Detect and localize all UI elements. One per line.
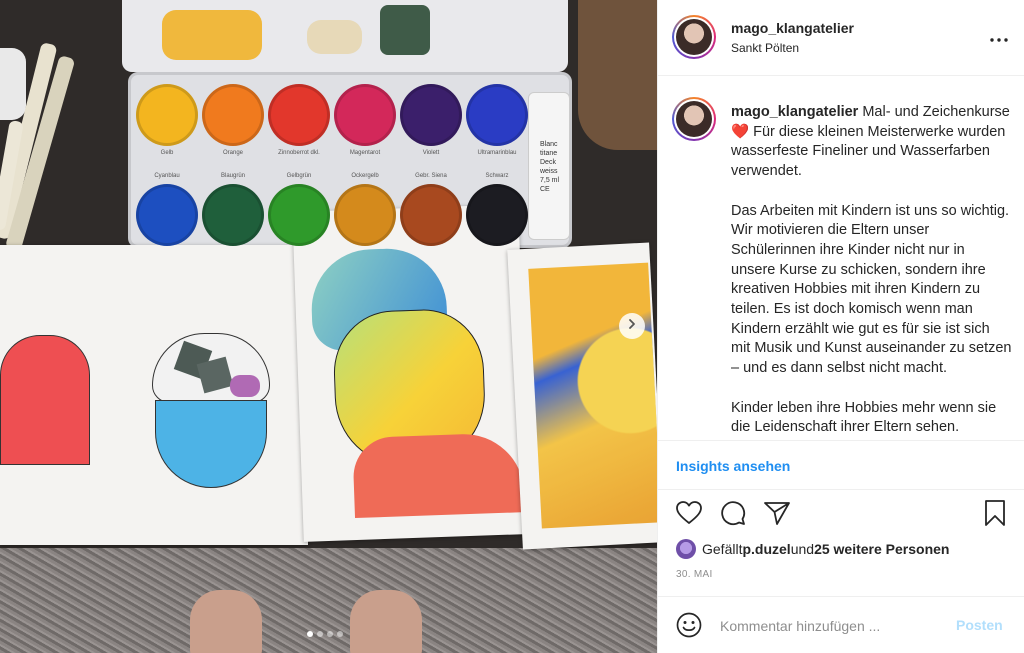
paint-label: Schwarz [485,173,509,179]
caption-section[interactable]: mago_klangatelier Mal- und Zeichenkurse … [658,77,1024,441]
caption-username[interactable]: mago_klangatelier [731,104,858,120]
speech-bubble-icon [720,500,746,531]
paint-pan [136,84,198,146]
comment-button[interactable] [718,500,748,530]
chevron-right-icon [626,317,638,335]
paint-label: Orange [222,150,243,156]
blue-bowl-drawing [155,400,267,488]
rice-topping [230,375,260,397]
carousel-dot [307,631,313,637]
paint-label: Zinnoberrot dkl. [278,150,320,156]
paint-label: Violett [422,150,440,156]
caption-avatar[interactable] [672,97,716,141]
comment-input[interactable] [720,614,940,638]
paint-pan [268,84,330,146]
photo-carpet [0,548,657,653]
carousel-dots [307,631,343,637]
header-username[interactable]: mago_klangatelier [731,20,854,36]
paint-label: Gebr. Siena [415,173,447,179]
smiley-icon [676,612,702,643]
red-bowl-drawing [0,335,90,465]
tube-label: Blanc titane Deck weiss 7,5 ml CE [540,141,560,193]
paint-label: Ockergelb [351,173,379,179]
heart-outline-icon [676,500,702,530]
liker-avatar[interactable] [676,539,696,559]
caption-paragraph: Kinder leben ihre Hobbies mehr wenn sie … [731,399,997,436]
divider [658,489,1024,490]
post-header: mago_klangatelier Sankt Pölten [658,0,1024,76]
paint-pan [334,84,396,146]
caption-line: Für diese kleinen Meisterwerke wurden wa… [731,123,1006,180]
paper-plane-icon [764,501,790,530]
more-options-button[interactable] [987,26,1011,50]
drawing-paper-center [292,204,530,542]
post-date[interactable]: 30. MAI [676,569,713,580]
paint-label: Blaugrün [220,173,246,179]
emoji-button[interactable] [675,612,703,643]
paint-tin-lid [122,0,568,72]
carousel-dot [337,631,343,637]
avatar-image [676,101,712,137]
bookmark-icon [984,499,1006,531]
paint-pan [400,84,462,146]
paint-pan [202,184,264,246]
caption-text: mago_klangatelier Mal- und Zeichenkurse … [731,103,1013,440]
paint-label: Magentarot [349,150,381,156]
likes-summary: Gefällt p.duzel und 25 weitere Personen [676,539,949,559]
carousel-dot [327,631,333,637]
likes-prefix: Gefällt [702,541,743,557]
likes-others-link[interactable]: 25 weitere Personen [814,541,949,557]
paint-pan [136,184,198,246]
header-location[interactable]: Sankt Pölten [731,41,799,55]
like-button[interactable] [674,500,704,530]
carousel-dot [317,631,323,637]
save-button[interactable] [980,499,1010,531]
likes-middle: und [790,541,815,557]
paint-pan [334,184,396,246]
post-side-panel: mago_klangatelier Sankt Pölten mago_klan… [657,0,1024,653]
paint-label: Ultramarinblau [477,150,517,156]
carousel-next-button[interactable] [619,313,645,339]
photo-mug [578,0,657,150]
post-actions [658,499,1024,532]
insights-link[interactable]: Insights ansehen [676,458,790,474]
post-photo[interactable]: Blanc titane Deck weiss 7,5 ml CE Gelb Or… [0,0,657,653]
photo-foot-right [350,590,422,653]
paint-pan [202,84,264,146]
liker-username[interactable]: p.duzel [742,541,790,557]
paint-pan [268,184,330,246]
more-options-icon [990,29,1008,47]
share-button[interactable] [762,500,792,530]
paint-label: Cyanblau [154,173,180,179]
abstract-drawing [528,262,657,529]
heart-emoji-icon: ❤️ [731,123,750,140]
caption-line: Mal- und Zeichenkurse [858,104,1010,120]
paint-label: Gelbgrün [286,173,312,179]
avatar-image [676,19,712,55]
post-comment-button[interactable]: Posten [956,617,1003,633]
caption-paragraph: mago_klangatelier Mal- und Zeichenkurse … [731,103,1013,182]
paint-pan [466,84,528,146]
avatar[interactable] [672,15,716,59]
comment-bar: Posten [658,596,1024,653]
paint-pan [400,184,462,246]
paint-label: Gelb [160,150,174,156]
caption-paragraph: Das Arbeiten mit Kindern ist uns so wich… [731,202,1012,377]
drawing-paper-right [507,242,657,550]
photo-foot-left [190,590,262,653]
shirt-drawing [352,432,525,519]
photo-jar [0,48,26,120]
drawing-paper-left [0,245,308,545]
paint-pan [466,184,528,246]
